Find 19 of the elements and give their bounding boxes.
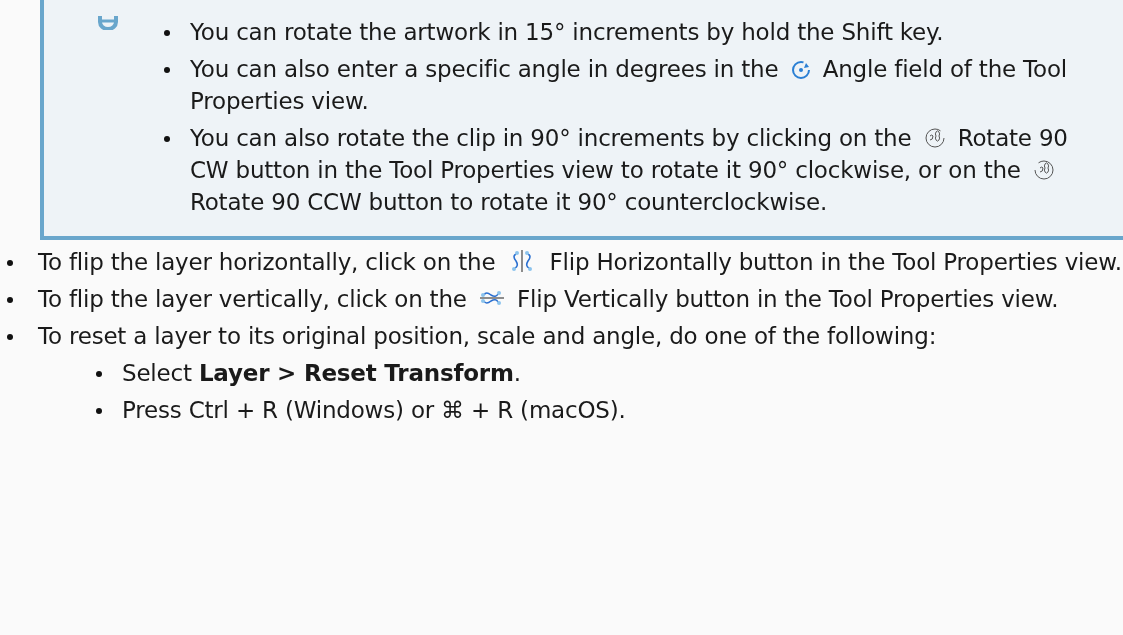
body-text: Press Ctrl + R (Windows) or ⌘ + R (macOS). (122, 396, 627, 425)
rotate-ninety-icon (1032, 159, 1055, 181)
bullet (7, 334, 13, 340)
bullet (164, 30, 170, 36)
body-text: Select Layer > Reset Transform. (122, 359, 522, 388)
rotate-ninety-icon (923, 127, 946, 149)
body-text: You can rotate the artwork in 15° increments by hold the Shift key. (190, 18, 945, 47)
body-text: You can also rotate the clip in 90° increments by clicking on the Rotate 90 CW button in the Tool Properties view to rotate it 90° clockwise, or on the Rotate 90 CCW button to rotate it 90° counterclockwise. (190, 124, 1069, 217)
note-icon (98, 16, 118, 30)
body-text: You can also enter a specific angle in degrees in the Angle field of the Tool Properties view. (190, 55, 1068, 116)
bullet (164, 136, 170, 142)
body-text: To flip the layer horizontally, click on the Flip Horizontally button in the Tool Properties view. (38, 248, 1123, 277)
bullet (164, 67, 170, 73)
body-text: To reset a layer to its original position, scale and angle, do one of the following: (38, 322, 938, 351)
bullet (96, 408, 102, 414)
bullet (7, 297, 13, 303)
bullet (7, 260, 13, 266)
body-text: To flip the layer vertically, click on the Flip Vertically button in the Tool Properties view. (38, 285, 1060, 314)
bullet (96, 371, 102, 377)
